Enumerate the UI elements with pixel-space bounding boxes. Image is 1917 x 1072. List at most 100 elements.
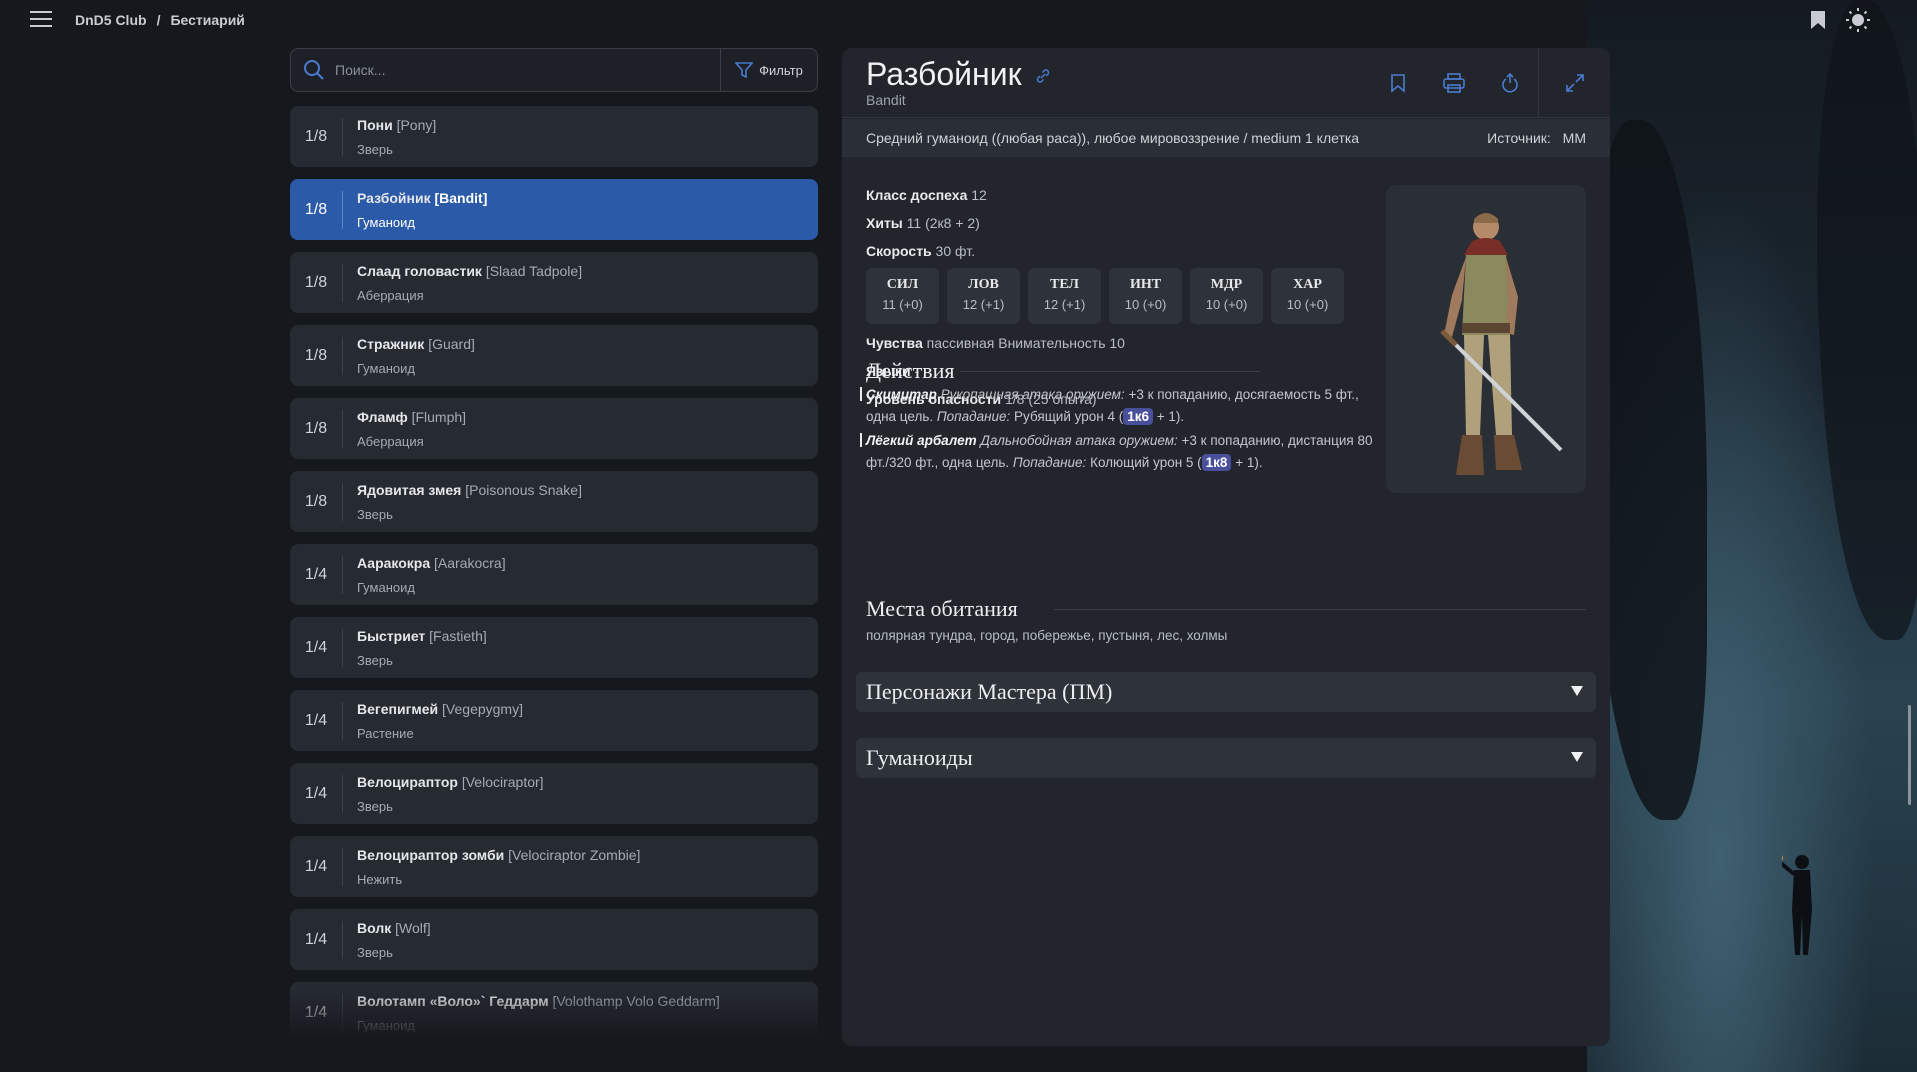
- creature-name: Ааракокра [Aarakocra]: [357, 555, 506, 571]
- list-item-info: Быстриет [Fastieth] Зверь: [343, 628, 487, 668]
- list-item-info: Пони [Pony] Зверь: [343, 117, 436, 157]
- creature-type: Зверь: [357, 798, 393, 814]
- creature-name-en: [Pony]: [396, 116, 437, 133]
- list-item-info: Волк [Wolf] Зверь: [343, 920, 431, 960]
- habitat-divider: [1054, 609, 1586, 610]
- ability-0[interactable]: СИЛ 11 (+0): [866, 268, 939, 324]
- ability-value: 12 (+1): [1043, 297, 1086, 312]
- explorer-figure: [1782, 855, 1812, 955]
- list-item-info: Велоцираптор [Velociraptor] Зверь: [343, 774, 544, 814]
- bookmark-button[interactable]: [1370, 48, 1426, 118]
- list-item[interactable]: 1/4 Вегепигмей [Vegepygmy] Растение: [290, 690, 818, 751]
- collapse-npc[interactable]: Персонажи Мастера (ПМ): [856, 672, 1596, 712]
- link-icon[interactable]: [1035, 68, 1051, 84]
- ability-2[interactable]: ТЕЛ 12 (+1): [1028, 268, 1101, 324]
- list-item[interactable]: 1/4 Ааракокра [Aarakocra] Гуманоид: [290, 544, 818, 605]
- list-item-info: Велоцираптор зомби [Velociraptor Zombie]…: [343, 847, 640, 887]
- creature-name-ru: Быстриет: [357, 627, 426, 644]
- speed: Скорость 30 фт.: [866, 243, 975, 259]
- creature-type: Гуманоид: [357, 360, 415, 376]
- menu-icon[interactable]: [30, 11, 52, 29]
- filter-button[interactable]: Фильтр: [720, 49, 817, 91]
- list-item[interactable]: 1/8 Ядовитая змея [Poisonous Snake] Зверь: [290, 471, 818, 532]
- filter-label: Фильтр: [759, 62, 803, 78]
- list-item-info: Ядовитая змея [Poisonous Snake] Зверь: [343, 482, 582, 522]
- creature-portrait[interactable]: [1386, 185, 1586, 493]
- creature-type: Аберрация: [357, 433, 424, 449]
- list-item[interactable]: 1/4 Велоцираптор [Velociraptor] Зверь: [290, 763, 818, 824]
- creature-name: Вегепигмей [Vegepygmy]: [357, 701, 523, 717]
- creature-name-en: [Slaad Tadpole]: [485, 262, 583, 279]
- action-attack-type: Рукопашная атака оружием:: [940, 387, 1125, 402]
- list-item-info: Разбойник [Bandit] Гуманоид: [343, 190, 487, 230]
- creature-name-ru: Велоцираптор зомби: [357, 846, 505, 863]
- creature-name-en: [Poisonous Snake]: [465, 481, 582, 498]
- list-item[interactable]: 1/4 Волк [Wolf] Зверь: [290, 909, 818, 970]
- ability-name: СИЛ: [886, 277, 919, 292]
- list-item[interactable]: 1/8 Разбойник [Bandit] Гуманоид: [290, 179, 818, 240]
- card-header: Разбойник Bandit: [842, 48, 1610, 118]
- ability-1[interactable]: ЛОВ 12 (+1): [947, 268, 1020, 324]
- action-name: Лёгкий арбалет: [866, 433, 977, 448]
- challenge-rating: 1/4: [304, 930, 328, 948]
- creature-name-en: [Flumph]: [411, 408, 467, 425]
- dice-roll-button[interactable]: 1к8: [1201, 454, 1232, 471]
- challenge-rating: 1/4: [304, 857, 328, 875]
- search-input[interactable]: [325, 62, 720, 78]
- breadcrumb-section[interactable]: Бестиарий: [170, 12, 244, 28]
- creature-name-en: [Fastieth]: [429, 627, 487, 644]
- ability-value: 10 (+0): [1205, 297, 1248, 312]
- source-value[interactable]: MM: [1563, 130, 1586, 146]
- creature-name-ru: Ядовитая змея: [357, 481, 462, 498]
- breadcrumb-site[interactable]: DnD5 Club: [75, 12, 147, 28]
- challenge-rating: 1/8: [304, 346, 328, 364]
- list-item[interactable]: 1/8 Стражник [Guard] Гуманоид: [290, 325, 818, 386]
- ability-scores: СИЛ 11 (+0) ЛОВ 12 (+1) ТЕЛ 12 (+1) ИНТ 10 (+0)…: [866, 268, 1344, 324]
- creature-type: Растение: [357, 725, 414, 741]
- senses-label: Чувства: [866, 335, 923, 351]
- card-actions: [1370, 48, 1610, 118]
- creature-type: Зверь: [357, 141, 393, 157]
- creature-name: Слаад головастик [Slaad Tadpole]: [357, 263, 582, 279]
- list-item[interactable]: 1/8 Фламф [Flumph] Аберрация: [290, 398, 818, 459]
- creature-type: Зверь: [357, 944, 393, 960]
- challenge-rating: 1/4: [304, 711, 328, 729]
- list-item[interactable]: 1/4 Велоцираптор зомби [Velociraptor Zomb…: [290, 836, 818, 897]
- creature-name: Стражник [Guard]: [357, 336, 475, 352]
- challenge-rating: 1/8: [304, 127, 328, 145]
- ability-3[interactable]: ИНТ 10 (+0): [1109, 268, 1182, 324]
- list-item-info: Ааракокра [Aarakocra] Гуманоид: [343, 555, 506, 595]
- dice-roll-button[interactable]: 1к6: [1123, 408, 1153, 425]
- filter-icon: [735, 62, 754, 79]
- creature-title: Разбойник: [866, 56, 1022, 92]
- challenge-rating: 1/8: [304, 200, 328, 218]
- ability-name: ТЕЛ: [1050, 277, 1079, 292]
- print-button[interactable]: [1426, 48, 1482, 118]
- creature-name-en: [Velociraptor Zombie]: [508, 846, 641, 863]
- action-attack-type: Дальнобойная атака оружием:: [980, 433, 1178, 448]
- hp-label: Хиты: [866, 215, 903, 231]
- page-scrollbar[interactable]: [1908, 705, 1911, 805]
- collapse-humanoids[interactable]: Гуманоиды: [856, 738, 1596, 778]
- theme-sun-icon[interactable]: [1846, 8, 1870, 32]
- expand-button[interactable]: [1538, 48, 1610, 118]
- creature-name-en: [Vegepygmy]: [442, 700, 523, 717]
- share-button[interactable]: [1482, 48, 1538, 118]
- armor-class: Класс доспеха 12: [866, 187, 987, 203]
- creature-name-ru: Фламф: [357, 408, 408, 425]
- creature-meta: Средний гуманоид ((любая раса)), любое м…: [842, 119, 1610, 157]
- search-icon: [304, 60, 324, 80]
- list-item[interactable]: 1/8 Слаад головастик [Slaad Tadpole] Аберр…: [290, 252, 818, 313]
- creature-name: Фламф [Flumph]: [357, 409, 466, 425]
- senses: Чувства пассивная Внимательность 10: [866, 335, 1125, 351]
- challenge-rating: 1/4: [304, 565, 328, 583]
- actions-title: Действия: [866, 358, 955, 383]
- ability-5[interactable]: ХАР 10 (+0): [1271, 268, 1344, 324]
- action-hit-label: Попадание:: [1012, 455, 1087, 470]
- list-item[interactable]: 1/4 Быстриет [Fastieth] Зверь: [290, 617, 818, 678]
- bookmark-icon[interactable]: [1810, 10, 1826, 30]
- creature-type: Нежить: [357, 871, 403, 887]
- creature-type: Аберрация: [357, 287, 424, 303]
- list-item[interactable]: 1/8 Пони [Pony] Зверь: [290, 106, 818, 167]
- ability-4[interactable]: МДР 10 (+0): [1190, 268, 1263, 324]
